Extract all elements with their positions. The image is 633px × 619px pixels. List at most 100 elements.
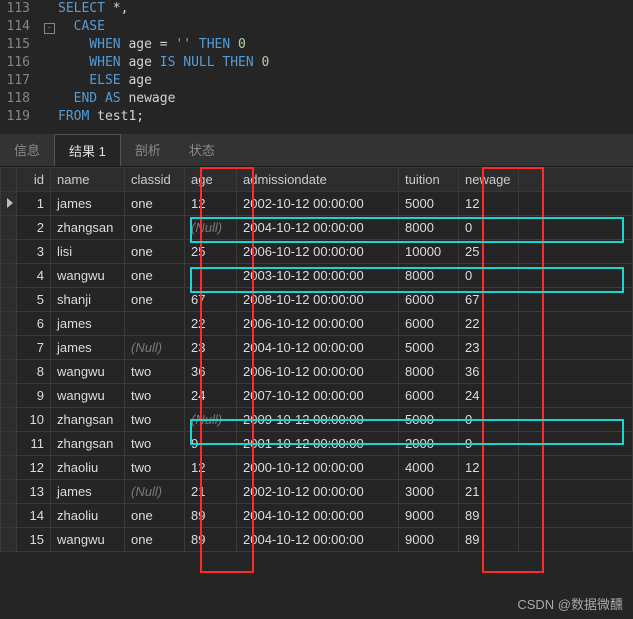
cell-admissiondate[interactable]: 2000-10-12 00:00:00 xyxy=(237,456,399,480)
code-text[interactable]: WHEN age IS NULL THEN 0 xyxy=(58,54,269,72)
tab-result[interactable]: 结果 1 xyxy=(54,134,121,166)
code-line[interactable]: 119FROM test1; xyxy=(0,108,633,126)
code-line[interactable]: 113SELECT *, xyxy=(0,0,633,18)
cell-admissiondate[interactable]: 2004-10-12 00:00:00 xyxy=(237,216,399,240)
cell-admissiondate[interactable]: 2004-10-12 00:00:00 xyxy=(237,504,399,528)
cell-admissiondate[interactable]: 2006-10-12 00:00:00 xyxy=(237,240,399,264)
cell-classid[interactable]: one xyxy=(125,264,185,288)
cell-id[interactable]: 9 xyxy=(17,384,51,408)
cell-age[interactable]: (Null) xyxy=(185,408,237,432)
cell-newage[interactable]: 9 xyxy=(459,432,519,456)
code-line[interactable]: 118 END AS newage xyxy=(0,90,633,108)
table-row[interactable]: 11zhangsantwo92001-10-12 00:00:0020009 xyxy=(1,432,633,456)
tab-status[interactable]: 状态 xyxy=(175,134,229,166)
row-gutter[interactable] xyxy=(1,360,17,384)
code-text[interactable]: CASE xyxy=(58,18,105,36)
cell-age[interactable]: 12 xyxy=(185,192,237,216)
cell-age[interactable]: 21 xyxy=(185,480,237,504)
col-header-age[interactable]: age xyxy=(185,168,237,192)
cell-name[interactable]: zhangsan xyxy=(51,216,125,240)
cell-classid[interactable]: one xyxy=(125,504,185,528)
cell-newage[interactable]: 0 xyxy=(459,408,519,432)
cell-tuition[interactable]: 5000 xyxy=(399,408,459,432)
cell-age[interactable]: 89 xyxy=(185,504,237,528)
cell-classid[interactable]: two xyxy=(125,456,185,480)
cell-id[interactable]: 10 xyxy=(17,408,51,432)
cell-name[interactable]: james xyxy=(51,312,125,336)
cell-admissiondate[interactable]: 2004-10-12 00:00:00 xyxy=(237,336,399,360)
code-text[interactable]: FROM test1; xyxy=(58,108,144,126)
cell-tuition[interactable]: 2000 xyxy=(399,432,459,456)
cell-admissiondate[interactable]: 2004-10-12 00:00:00 xyxy=(237,528,399,552)
cell-newage[interactable]: 25 xyxy=(459,240,519,264)
fold-gutter[interactable] xyxy=(40,54,58,72)
cell-name[interactable]: wangwu xyxy=(51,264,125,288)
table-row[interactable]: 12zhaoliutwo122000-10-12 00:00:00400012 xyxy=(1,456,633,480)
row-gutter[interactable] xyxy=(1,408,17,432)
cell-name[interactable]: wangwu xyxy=(51,384,125,408)
cell-id[interactable]: 8 xyxy=(17,360,51,384)
cell-newage[interactable]: 0 xyxy=(459,264,519,288)
row-gutter[interactable] xyxy=(1,504,17,528)
cell-tuition[interactable]: 5000 xyxy=(399,336,459,360)
cell-classid[interactable]: two xyxy=(125,384,185,408)
col-header-newage[interactable]: newage xyxy=(459,168,519,192)
cell-name[interactable]: wangwu xyxy=(51,360,125,384)
fold-gutter[interactable] xyxy=(40,72,58,90)
cell-classid[interactable]: one xyxy=(125,240,185,264)
cell-admissiondate[interactable]: 2006-10-12 00:00:00 xyxy=(237,312,399,336)
table-row[interactable]: 10zhangsantwo(Null)2009-10-12 00:00:0050… xyxy=(1,408,633,432)
row-gutter[interactable] xyxy=(1,264,17,288)
cell-tuition[interactable]: 6000 xyxy=(399,288,459,312)
cell-classid[interactable]: one xyxy=(125,192,185,216)
cell-admissiondate[interactable]: 2002-10-12 00:00:00 xyxy=(237,192,399,216)
table-row[interactable]: 7james(Null)232004-10-12 00:00:00500023 xyxy=(1,336,633,360)
cell-age[interactable]: 67 xyxy=(185,288,237,312)
cell-age[interactable]: 24 xyxy=(185,384,237,408)
col-header-admissiondate[interactable]: admissiondate xyxy=(237,168,399,192)
cell-newage[interactable]: 89 xyxy=(459,504,519,528)
cell-classid[interactable] xyxy=(125,312,185,336)
cell-newage[interactable]: 22 xyxy=(459,312,519,336)
cell-tuition[interactable]: 6000 xyxy=(399,384,459,408)
cell-tuition[interactable]: 4000 xyxy=(399,456,459,480)
cell-id[interactable]: 1 xyxy=(17,192,51,216)
row-gutter[interactable] xyxy=(1,528,17,552)
col-header-tuition[interactable]: tuition xyxy=(399,168,459,192)
fold-collapse-icon[interactable]: - xyxy=(44,23,55,34)
row-gutter[interactable] xyxy=(1,240,17,264)
fold-gutter[interactable] xyxy=(40,36,58,54)
cell-id[interactable]: 14 xyxy=(17,504,51,528)
table-row[interactable]: 3lisione252006-10-12 00:00:001000025 xyxy=(1,240,633,264)
cell-newage[interactable]: 12 xyxy=(459,192,519,216)
cell-admissiondate[interactable]: 2006-10-12 00:00:00 xyxy=(237,360,399,384)
cell-name[interactable]: zhangsan xyxy=(51,432,125,456)
code-line[interactable]: 115 WHEN age = '' THEN 0 xyxy=(0,36,633,54)
row-gutter[interactable] xyxy=(1,288,17,312)
cell-age[interactable]: 12 xyxy=(185,456,237,480)
row-gutter[interactable] xyxy=(1,192,17,216)
code-text[interactable]: ELSE age xyxy=(58,72,152,90)
cell-newage[interactable]: 89 xyxy=(459,528,519,552)
cell-id[interactable]: 2 xyxy=(17,216,51,240)
sql-editor[interactable]: 113SELECT *,114- CASE115 WHEN age = '' T… xyxy=(0,0,633,126)
table-row[interactable]: 13james(Null)212002-10-12 00:00:00300021 xyxy=(1,480,633,504)
code-line[interactable]: 116 WHEN age IS NULL THEN 0 xyxy=(0,54,633,72)
code-text[interactable]: END AS newage xyxy=(58,90,175,108)
cell-id[interactable]: 12 xyxy=(17,456,51,480)
cell-name[interactable]: james xyxy=(51,480,125,504)
cell-name[interactable]: zhangsan xyxy=(51,408,125,432)
cell-name[interactable]: james xyxy=(51,192,125,216)
cell-tuition[interactable]: 8000 xyxy=(399,360,459,384)
cell-classid[interactable]: one xyxy=(125,288,185,312)
cell-admissiondate[interactable]: 2007-10-12 00:00:00 xyxy=(237,384,399,408)
table-row[interactable]: 9wangwutwo242007-10-12 00:00:00600024 xyxy=(1,384,633,408)
cell-admissiondate[interactable]: 2002-10-12 00:00:00 xyxy=(237,480,399,504)
cell-classid[interactable]: two xyxy=(125,432,185,456)
row-gutter[interactable] xyxy=(1,480,17,504)
cell-tuition[interactable]: 9000 xyxy=(399,504,459,528)
col-header-classid[interactable]: classid xyxy=(125,168,185,192)
cell-name[interactable]: zhaoliu xyxy=(51,504,125,528)
tab-info[interactable]: 信息 xyxy=(0,134,54,166)
cell-newage[interactable]: 21 xyxy=(459,480,519,504)
